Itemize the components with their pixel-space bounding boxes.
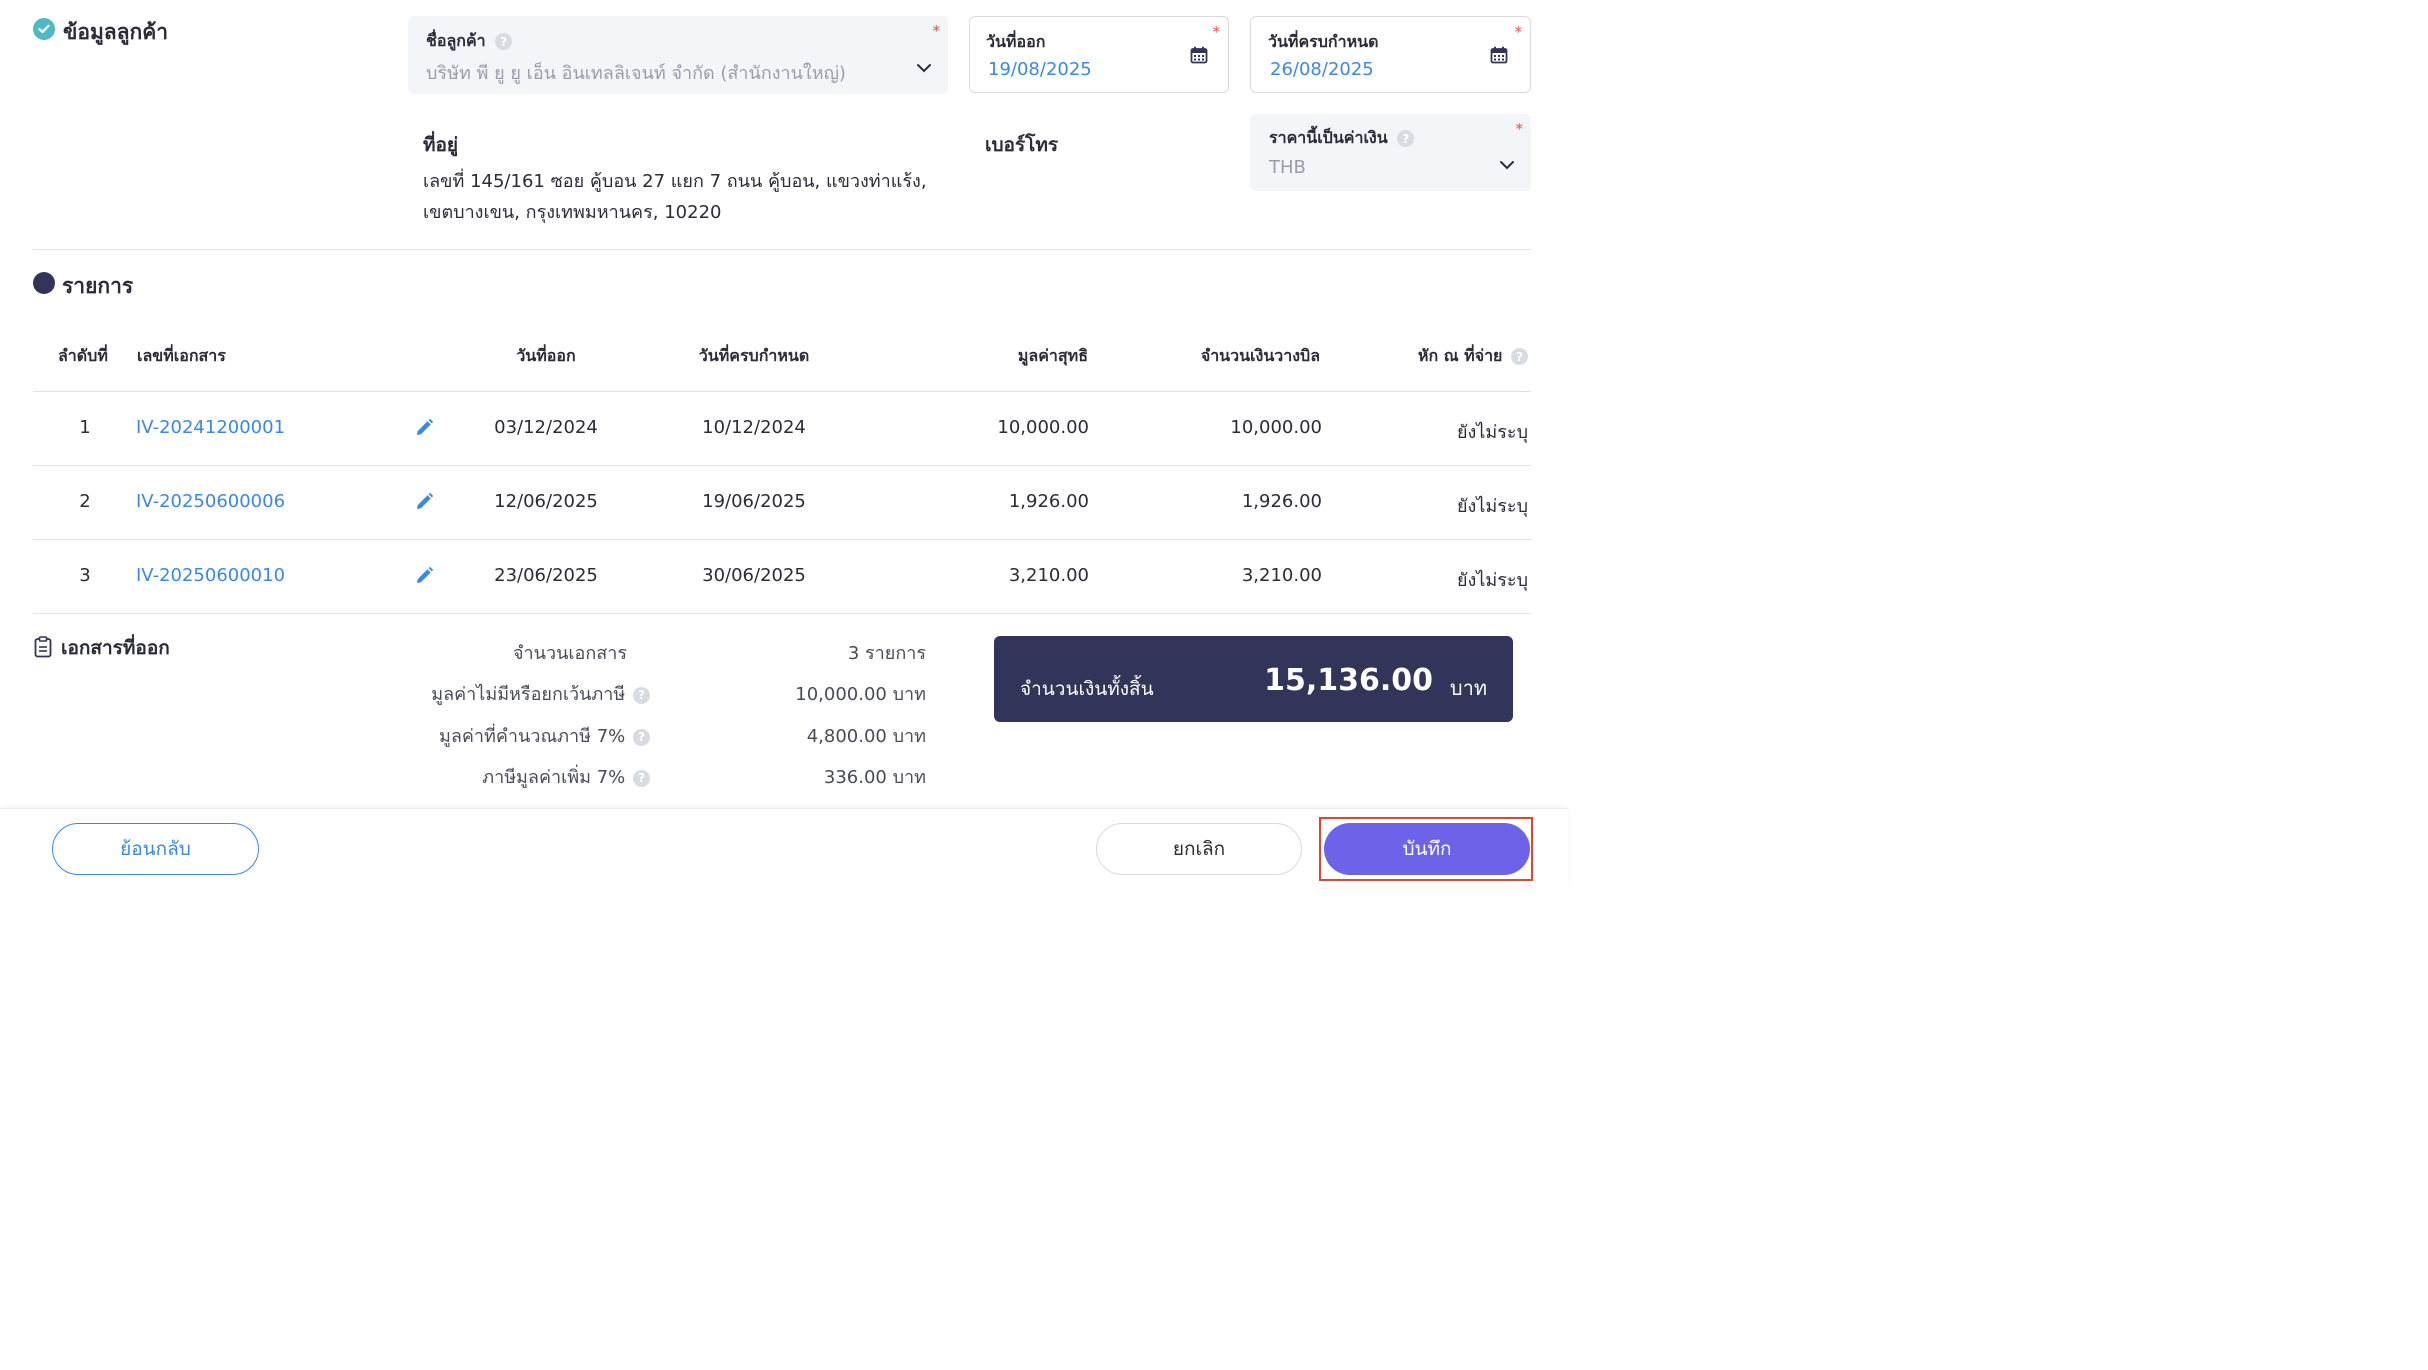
help-icon[interactable]: ? [495, 33, 513, 50]
items-section-title: รายการ [62, 274, 134, 298]
issue-date-field[interactable]: วันที่ออก * 19/08/2025 [969, 16, 1229, 93]
col-header-bill: จำนวนเงินวางบิล [1200, 346, 1320, 365]
address-line-1: เลขที่ 145/161 ซอย คู้บอน 27 แยก 7 ถนน ค… [423, 171, 927, 192]
customer-name-value: บริษัท พี ยู ยู เอ็น อินเทลลิเจนท์ จำกัด… [426, 63, 846, 84]
required-mark: * [932, 22, 941, 40]
row-due-date: 19/06/2025 [702, 491, 806, 512]
issue-date-label: วันที่ออก [986, 32, 1046, 51]
required-mark: * [1515, 120, 1524, 138]
vatable-value: 4,800.00 บาท [806, 726, 926, 747]
back-button[interactable]: ย้อนกลับ [52, 823, 259, 875]
divider [33, 613, 1531, 614]
non-vat-value: 10,000.00 บาท [795, 684, 926, 705]
row-net-value: 3,210.00 [1008, 565, 1089, 586]
help-icon[interactable]: ? [633, 728, 650, 746]
help-icon[interactable]: ? [1511, 348, 1528, 365]
save-button[interactable]: บันทึก [1324, 823, 1530, 875]
chevron-down-icon [1500, 161, 1514, 170]
col-header-doc: เลขที่เอกสาร [137, 346, 226, 365]
customer-name-select[interactable]: ชื่อลูกค้า ? * บริษัท พี ยู ยู เอ็น อินเ… [408, 16, 948, 94]
issue-date-value: 19/08/2025 [988, 59, 1092, 80]
row-no: 1 [79, 417, 91, 438]
row-bill-amount: 10,000.00 [1230, 417, 1322, 438]
clipboard-icon [34, 636, 52, 658]
row-net-value: 1,926.00 [1008, 491, 1089, 512]
pencil-icon[interactable] [414, 492, 434, 512]
table-row: 2 IV-20250600006 12/06/2025 19/06/2025 1… [33, 466, 1531, 539]
row-bill-amount: 3,210.00 [1241, 565, 1322, 586]
vat-value: 336.00 บาท [823, 767, 926, 788]
currency-label: ราคานี้เป็นค่าเงิน [1269, 128, 1388, 147]
grand-total-panel: จำนวนเงินทั้งสิ้น 15,136.00 บาท [994, 636, 1513, 722]
cancel-button[interactable]: ยกเลิก [1096, 823, 1302, 875]
row-wht[interactable]: ยังไม่ระบุ [1333, 417, 1528, 446]
row-no: 3 [79, 565, 91, 586]
non-vat-label: มูลค่าไม่มีหรือยกเว้นภาษี ? [380, 679, 650, 708]
grand-total-value: 15,136.00 [1264, 663, 1433, 698]
table-row: 3 IV-20250600010 23/06/2025 30/06/2025 3… [33, 540, 1531, 613]
table-row: 1 IV-20241200001 03/12/2024 10/12/2024 1… [33, 392, 1531, 465]
col-header-wht: หัก ณ ที่จ่าย ? [1340, 344, 1528, 369]
summary-section-title: เอกสารที่ออก [61, 637, 170, 659]
pencil-icon[interactable] [414, 418, 434, 438]
due-date-label: วันที่ครบกำหนด [1268, 32, 1379, 51]
vat-label: ภาษีมูลค่าเพิ่ม 7% ? [380, 762, 650, 791]
required-mark: * [1212, 23, 1221, 41]
divider [33, 249, 1531, 250]
vatable-label: มูลค่าที่คำนวณภาษี 7% ? [380, 721, 650, 750]
calendar-icon[interactable] [1490, 46, 1508, 64]
row-wht[interactable]: ยังไม่ระบุ [1333, 565, 1528, 594]
doc-number-link[interactable]: IV-20241200001 [136, 417, 285, 438]
grand-total-unit: บาท [1449, 676, 1487, 700]
row-issue-date: 12/06/2025 [494, 491, 598, 512]
col-header-due: วันที่ครบกำหนด [698, 346, 810, 365]
currency-value: THB [1269, 157, 1306, 178]
help-icon[interactable]: ? [1397, 130, 1415, 147]
section-dot-icon [33, 272, 55, 294]
col-header-no: ลำดับที่ [58, 346, 108, 365]
grand-total-label: จำนวนเงินทั้งสิ้น [1020, 678, 1154, 700]
chevron-down-icon [917, 64, 931, 73]
row-due-date: 10/12/2024 [702, 417, 806, 438]
row-issue-date: 23/06/2025 [494, 565, 598, 586]
row-wht[interactable]: ยังไม่ระบุ [1333, 491, 1528, 520]
col-header-issue: วันที่ออก [516, 346, 576, 365]
doc-count-label: จำนวนเอกสาร [513, 643, 627, 664]
help-icon[interactable]: ? [633, 686, 650, 704]
doc-count-value: 3 รายการ [847, 643, 926, 664]
address-line-2: เขตบางเขน, กรุงเทพมหานคร, 10220 [423, 202, 722, 223]
phone-label: เบอร์โทร [985, 134, 1059, 156]
row-issue-date: 03/12/2024 [494, 417, 598, 438]
check-circle-icon [33, 18, 55, 40]
doc-number-link[interactable]: IV-20250600006 [136, 491, 285, 512]
calendar-icon[interactable] [1190, 46, 1208, 64]
pencil-icon[interactable] [414, 566, 434, 586]
row-no: 2 [79, 491, 91, 512]
address-label: ที่อยู่ [423, 134, 459, 156]
row-net-value: 10,000.00 [997, 417, 1089, 438]
row-due-date: 30/06/2025 [702, 565, 806, 586]
required-mark: * [1514, 23, 1523, 41]
doc-number-link[interactable]: IV-20250600010 [136, 565, 285, 586]
customer-name-label: ชื่อลูกค้า [426, 31, 486, 50]
row-bill-amount: 1,926.00 [1241, 491, 1322, 512]
due-date-field[interactable]: วันที่ครบกำหนด * 26/08/2025 [1250, 16, 1531, 93]
currency-select[interactable]: ราคานี้เป็นค่าเงิน ? * THB [1250, 114, 1531, 191]
help-icon[interactable]: ? [633, 769, 650, 787]
col-header-net: มูลค่าสุทธิ [1017, 346, 1088, 365]
due-date-value: 26/08/2025 [1270, 59, 1374, 80]
customer-section-title: ข้อมูลลูกค้า [63, 20, 169, 44]
